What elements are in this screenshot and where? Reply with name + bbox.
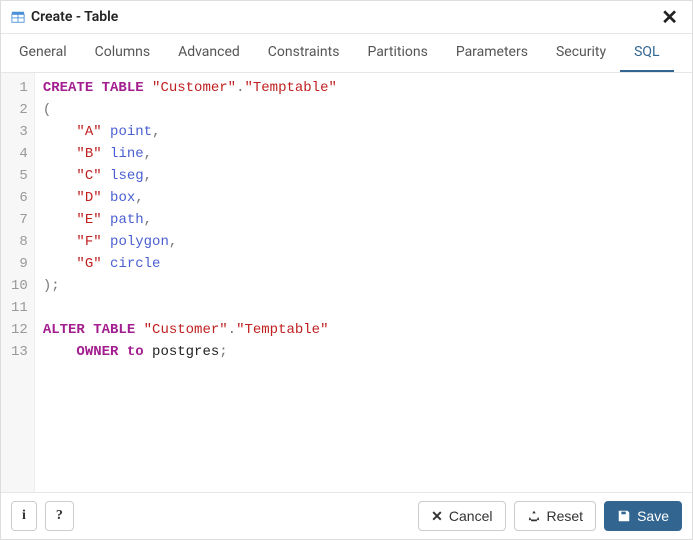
line-number: 12 xyxy=(11,319,28,341)
col-name: "A" xyxy=(76,124,101,140)
col-name: "F" xyxy=(76,234,101,250)
tab-security[interactable]: Security xyxy=(542,34,620,72)
tab-columns[interactable]: Columns xyxy=(81,34,164,72)
save-icon xyxy=(617,509,631,523)
titlebar: Create - Table ✕ xyxy=(1,1,692,34)
line-gutter: 1 2 3 4 5 6 7 8 9 10 11 12 13 xyxy=(1,73,35,492)
tab-constraints[interactable]: Constraints xyxy=(254,34,354,72)
kw-alter-table: ALTER TABLE xyxy=(43,322,135,338)
line-number: 9 xyxy=(11,253,28,275)
table-name: "Temptable" xyxy=(244,80,336,96)
tab-sql[interactable]: SQL xyxy=(620,34,673,72)
help-button[interactable]: ? xyxy=(45,501,74,531)
col-type: box xyxy=(110,190,135,206)
col-name: "B" xyxy=(76,146,101,162)
dialog-footer: i ? ✕ Cancel Reset Save xyxy=(1,492,692,539)
tab-partitions[interactable]: Partitions xyxy=(353,34,441,72)
table-name: "Temptable" xyxy=(236,322,328,338)
cancel-label: Cancel xyxy=(449,508,493,524)
help-icon: ? xyxy=(56,508,63,524)
line-number: 4 xyxy=(11,143,28,165)
col-type: line xyxy=(110,146,144,162)
owner-name: postgres xyxy=(152,344,219,360)
info-icon: i xyxy=(22,508,26,524)
line-number: 13 xyxy=(11,341,28,363)
kw-owner-to: OWNER to xyxy=(76,344,143,360)
line-number: 3 xyxy=(11,121,28,143)
col-name: "D" xyxy=(76,190,101,206)
cancel-button[interactable]: ✕ Cancel xyxy=(418,501,505,531)
col-type: point xyxy=(110,124,152,140)
col-name: "E" xyxy=(76,212,101,228)
tab-bar: General Columns Advanced Constraints Par… xyxy=(1,34,692,73)
reset-label: Reset xyxy=(547,508,584,524)
line-number: 6 xyxy=(11,187,28,209)
line-number: 11 xyxy=(11,297,28,319)
line-number: 8 xyxy=(11,231,28,253)
close-icon[interactable]: ✕ xyxy=(657,7,682,27)
line-number: 7 xyxy=(11,209,28,231)
sql-code[interactable]: CREATE TABLE "Customer"."Temptable" ( "A… xyxy=(35,73,692,492)
close-icon: ✕ xyxy=(431,509,443,523)
line-number: 2 xyxy=(11,99,28,121)
tab-general[interactable]: General xyxy=(5,34,81,72)
save-button[interactable]: Save xyxy=(604,501,682,531)
col-type: polygon xyxy=(110,234,169,250)
line-number: 5 xyxy=(11,165,28,187)
col-type: path xyxy=(110,212,144,228)
kw-create-table: CREATE TABLE xyxy=(43,80,144,96)
reset-button[interactable]: Reset xyxy=(514,501,597,531)
col-type: lseg xyxy=(110,168,144,184)
save-label: Save xyxy=(637,508,669,524)
sql-editor[interactable]: 1 2 3 4 5 6 7 8 9 10 11 12 13 CREATE TAB… xyxy=(1,73,692,492)
line-number: 10 xyxy=(11,275,28,297)
schema-name: "Customer" xyxy=(144,322,228,338)
tab-advanced[interactable]: Advanced xyxy=(164,34,254,72)
dialog-title: Create - Table xyxy=(31,9,657,25)
recycle-icon xyxy=(527,509,541,523)
col-name: "G" xyxy=(76,256,101,272)
col-type: circle xyxy=(110,256,160,272)
tab-parameters[interactable]: Parameters xyxy=(442,34,542,72)
info-button[interactable]: i xyxy=(11,501,37,531)
schema-name: "Customer" xyxy=(152,80,236,96)
table-icon xyxy=(11,10,25,24)
line-number: 1 xyxy=(11,77,28,99)
col-name: "C" xyxy=(76,168,101,184)
